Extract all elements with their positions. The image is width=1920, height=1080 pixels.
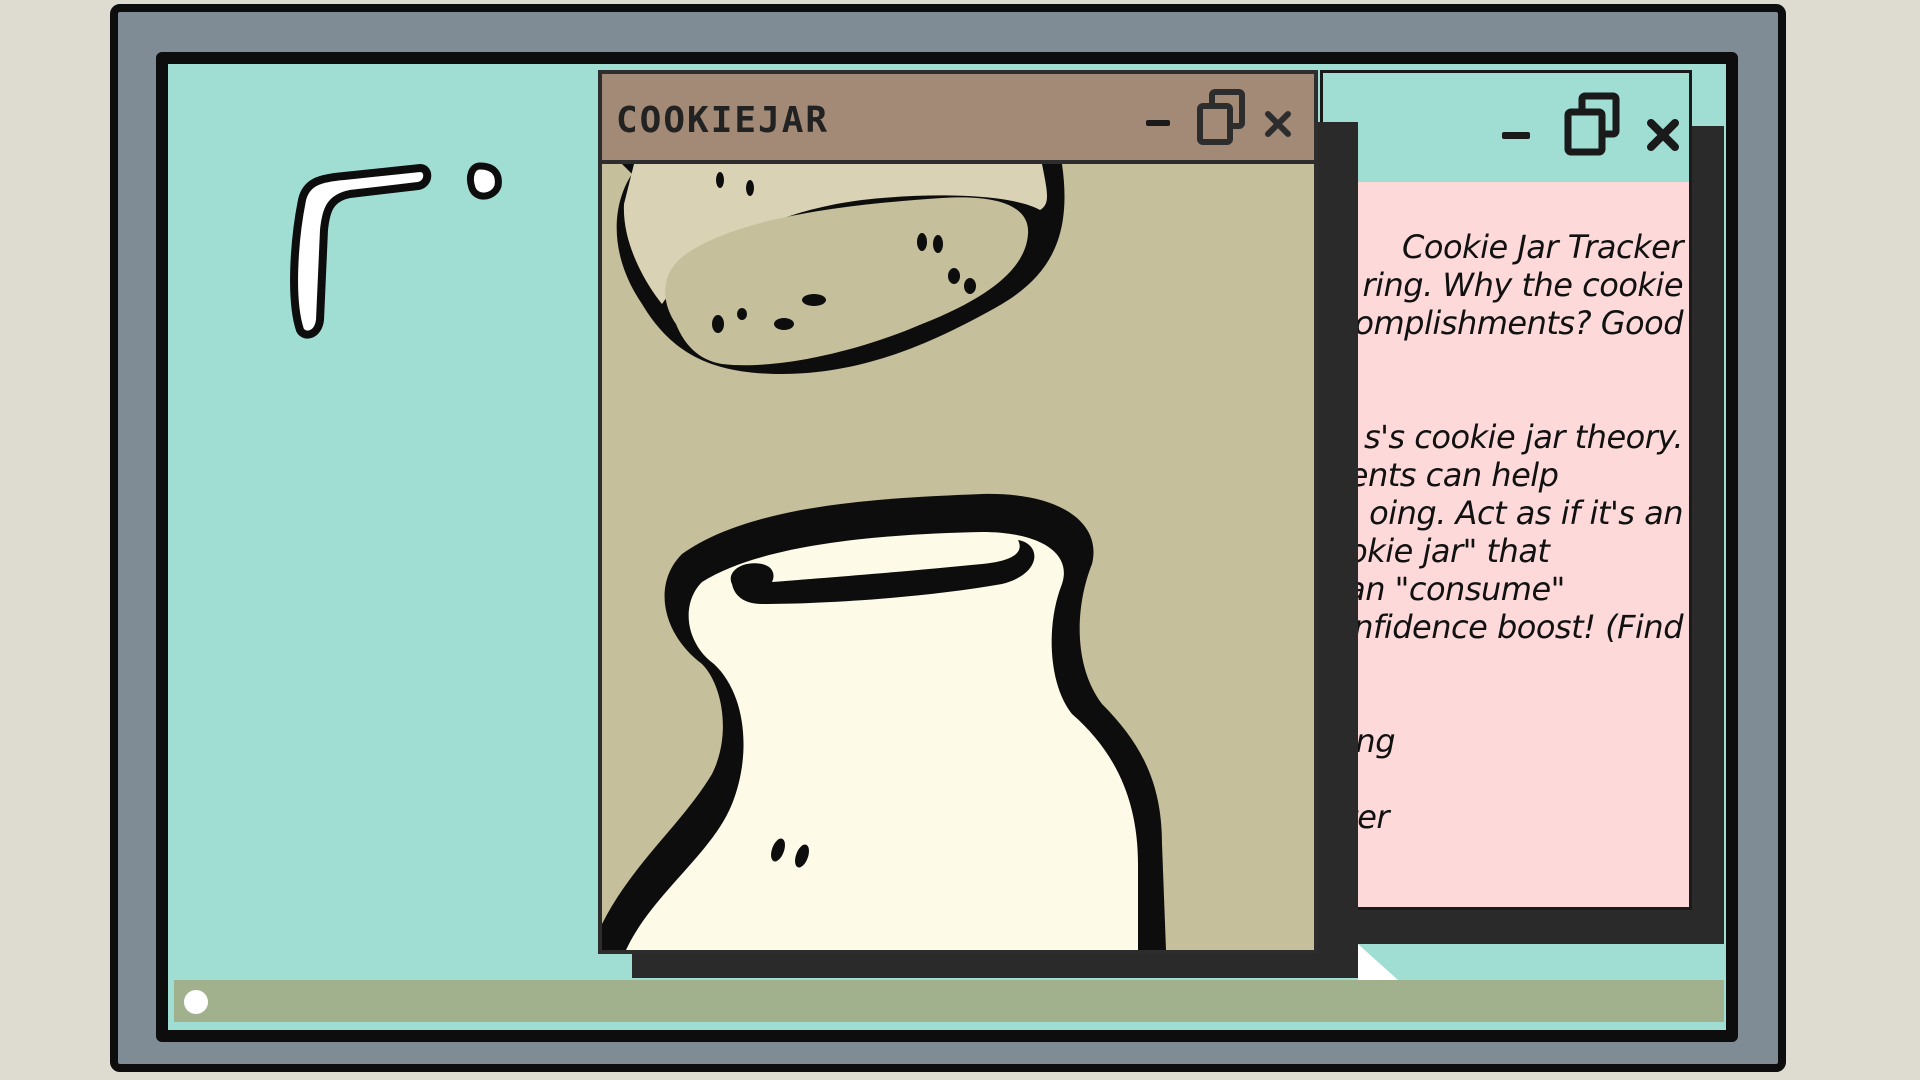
notes-text: Cookie Jar Tracker ring. Why the cookie … [1340, 228, 1684, 836]
notes-line: omplishments? Good [1354, 304, 1683, 342]
notes-line: king [1340, 722, 1396, 760]
notes-line: Cookie Jar Tracker [1402, 228, 1683, 266]
notes-line: ookie jar" that [1340, 532, 1550, 570]
cookiejar-minimize-icon[interactable] [1146, 120, 1170, 126]
notes-minimize-icon[interactable] [1502, 132, 1530, 139]
notes-line: ring. Why the cookie [1362, 266, 1683, 304]
notes-line: ster [1340, 798, 1390, 836]
taskbar [174, 980, 1724, 1022]
desktop-doodle [290, 162, 502, 339]
notes-content: Cookie Jar Tracker ring. Why the cookie … [1340, 182, 1689, 907]
cookiejar-restore-icon[interactable] [1194, 88, 1248, 146]
notes-restore-icon[interactable] [1562, 92, 1622, 158]
window-corner-notch [1358, 944, 1398, 980]
cookiejar-close-icon[interactable] [1264, 110, 1292, 138]
jar-lid [616, 164, 1065, 374]
notes-line: s's cookie jar theory. [1363, 418, 1684, 456]
notes-line: nents can help [1340, 456, 1559, 494]
cookie-jar-illustration [602, 164, 1166, 950]
notes-line: can "consume" [1340, 570, 1565, 608]
jar-body [602, 493, 1166, 950]
start-button-icon[interactable] [184, 990, 208, 1014]
cookiejar-title: COOKIEJAR [616, 100, 830, 141]
notes-titlebar[interactable] [1323, 73, 1689, 181]
notes-line: nfidence boost! (Find [1353, 608, 1683, 646]
notes-line: oing. Act as if it's an [1369, 494, 1683, 532]
notes-titlebar-edge [1692, 68, 1724, 126]
notes-close-icon[interactable] [1646, 118, 1680, 152]
